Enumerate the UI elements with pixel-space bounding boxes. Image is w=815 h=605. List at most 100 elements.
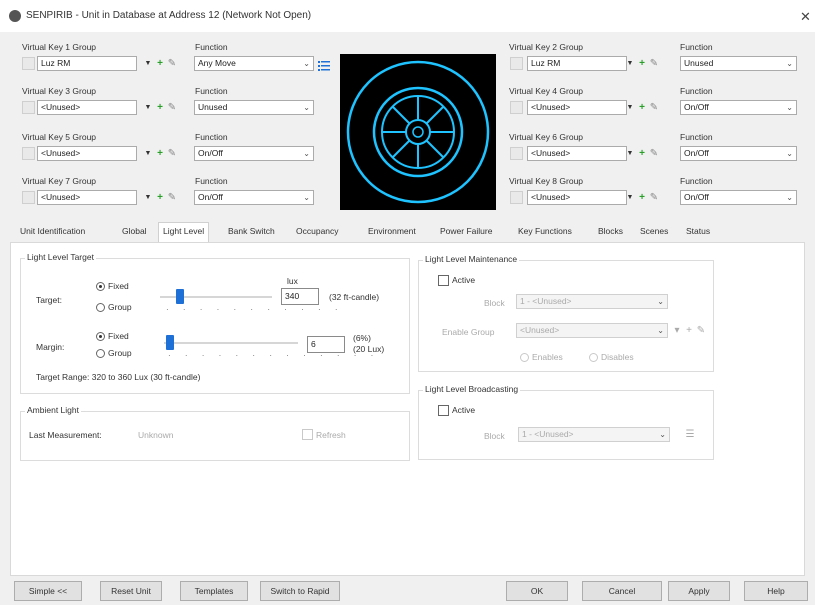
edit-icon[interactable]: ✎ [648, 56, 660, 71]
edit-icon[interactable]: ✎ [166, 56, 178, 71]
vk6-checkbox[interactable] [510, 147, 523, 160]
dropdown-arrow-icon[interactable]: ▼ [624, 100, 636, 115]
enables-radio[interactable] [520, 353, 529, 362]
target-group-radio[interactable] [96, 303, 105, 312]
add-icon[interactable]: + [154, 190, 166, 205]
edit-icon[interactable]: ✎ [166, 146, 178, 161]
add-icon[interactable]: + [636, 56, 648, 71]
vk7-group-select[interactable]: <Unused> [37, 190, 137, 205]
add-icon[interactable]: + [636, 100, 648, 115]
add-icon[interactable]: + [154, 56, 166, 71]
tab-unit-identification[interactable]: Unit Identification [20, 226, 85, 236]
broadcasting-active-checkbox[interactable] [438, 405, 449, 416]
vk2-checkbox[interactable] [510, 57, 523, 70]
reset-unit-button[interactable]: Reset Unit [100, 581, 162, 601]
target-fixed-radio[interactable] [96, 282, 105, 291]
vk6-group-select[interactable]: <Unused> [527, 146, 627, 161]
templates-button[interactable]: Templates [180, 581, 248, 601]
enable-group-select[interactable]: <Unused> ⌄ [516, 323, 668, 338]
edit-icon[interactable]: ✎ [166, 190, 178, 205]
vk7-function-select[interactable]: On/Off ⌄ [194, 190, 314, 205]
edit-icon[interactable]: ✎ [648, 190, 660, 205]
margin-group-radio[interactable] [96, 349, 105, 358]
add-icon[interactable]: + [636, 190, 648, 205]
vk1-function-select[interactable]: Any Move ⌄ [194, 56, 314, 71]
vk3-group-select[interactable]: <Unused> [37, 100, 137, 115]
vk3-checkbox[interactable] [22, 101, 35, 114]
add-icon[interactable]: + [154, 146, 166, 161]
vk5-group-select[interactable]: <Unused> [37, 146, 137, 161]
tab-occupancy[interactable]: Occupancy [296, 226, 339, 236]
vk4-group-select[interactable]: <Unused> [527, 100, 627, 115]
vk8-checkbox[interactable] [510, 191, 523, 204]
tab-bank-switch[interactable]: Bank Switch [228, 226, 275, 236]
apply-button[interactable]: Apply [668, 581, 730, 601]
vk2-function-select[interactable]: Unused ⌄ [680, 56, 797, 71]
broadcasting-active-label: Active [452, 405, 476, 415]
chevron-down-icon: ⌄ [657, 326, 664, 335]
edit-icon[interactable]: ✎ [648, 146, 660, 161]
help-button[interactable]: Help [744, 581, 808, 601]
margin-fixed-radio[interactable] [96, 332, 105, 341]
ok-button[interactable]: OK [506, 581, 568, 601]
vk4-group-label: Virtual Key 4 Group [509, 86, 584, 96]
dropdown-arrow-icon[interactable]: ▼ [142, 190, 154, 205]
vk8-function-select[interactable]: On/Off ⌄ [680, 190, 797, 205]
simple-button[interactable]: Simple << [14, 581, 82, 601]
dropdown-arrow-icon[interactable]: ▼ [624, 146, 636, 161]
broadcasting-block-select[interactable]: 1 - <Unused> ⌄ [518, 427, 670, 442]
tab-environment[interactable]: Environment [368, 226, 416, 236]
enable-group-add-icon[interactable]: + [683, 323, 695, 338]
cancel-button[interactable]: Cancel [582, 581, 662, 601]
vk2-group-select[interactable]: Luz RM [527, 56, 627, 71]
margin-value-input[interactable]: 6 [307, 336, 345, 353]
vk3-function-select[interactable]: Unused ⌄ [194, 100, 314, 115]
tab-light-level[interactable]: Light Level [158, 222, 210, 242]
last-measurement-label: Last Measurement: [29, 430, 102, 440]
dropdown-arrow-icon[interactable]: ▼ [624, 56, 636, 71]
switch-to-rapid-button[interactable]: Switch to Rapid [260, 581, 340, 601]
margin-slider-thumb[interactable] [166, 335, 174, 350]
vk5-function-select[interactable]: On/Off ⌄ [194, 146, 314, 161]
vk1-checkbox[interactable] [22, 57, 35, 70]
vk8-function-value: On/Off [684, 192, 709, 202]
edit-icon[interactable]: ✎ [648, 100, 660, 115]
list-icon[interactable] [318, 60, 330, 72]
edit-icon[interactable]: ✎ [166, 100, 178, 115]
maintenance-block-label: Block [484, 298, 505, 308]
vk6-function-select[interactable]: On/Off ⌄ [680, 146, 797, 161]
dropdown-arrow-icon[interactable]: ▼ [142, 146, 154, 161]
broadcasting-block-value: 1 - <Unused> [522, 429, 574, 439]
refresh-checkbox[interactable] [302, 429, 313, 440]
vk8-function-label: Function [680, 176, 713, 186]
broadcasting-list-icon[interactable]: ☰ [684, 427, 696, 442]
dropdown-arrow-icon[interactable]: ▼ [624, 190, 636, 205]
chevron-down-icon: ⌄ [659, 430, 666, 439]
vk8-group-select[interactable]: <Unused> [527, 190, 627, 205]
target-value-input[interactable]: 340 [281, 288, 319, 305]
disables-radio[interactable] [589, 353, 598, 362]
vk7-checkbox[interactable] [22, 191, 35, 204]
tab-key-functions[interactable]: Key Functions [518, 226, 572, 236]
tab-global[interactable]: Global [122, 226, 147, 236]
tab-power-failure[interactable]: Power Failure [440, 226, 492, 236]
vk4-checkbox[interactable] [510, 101, 523, 114]
maintenance-active-label: Active [452, 275, 476, 285]
target-slider-thumb[interactable] [176, 289, 185, 304]
add-icon[interactable]: + [636, 146, 648, 161]
maintenance-active-checkbox[interactable] [438, 275, 449, 286]
vk4-function-select[interactable]: On/Off ⌄ [680, 100, 797, 115]
tab-status[interactable]: Status [686, 226, 710, 236]
vk1-group-select[interactable]: Luz RM [37, 56, 137, 71]
dropdown-arrow-icon[interactable]: ▼ [142, 100, 154, 115]
close-icon[interactable]: ✕ [800, 9, 811, 25]
vk2-group-value: Luz RM [531, 58, 561, 68]
vk5-checkbox[interactable] [22, 147, 35, 160]
add-icon[interactable]: + [154, 100, 166, 115]
tab-blocks[interactable]: Blocks [598, 226, 623, 236]
tab-scenes[interactable]: Scenes [640, 226, 668, 236]
enable-group-edit-icon[interactable]: ✎ [695, 323, 707, 338]
maintenance-block-select[interactable]: 1 - <Unused> ⌄ [516, 294, 668, 309]
dropdown-arrow-icon[interactable]: ▼ [142, 56, 154, 71]
enable-group-dropdown-icon[interactable]: ▾ [671, 323, 683, 338]
